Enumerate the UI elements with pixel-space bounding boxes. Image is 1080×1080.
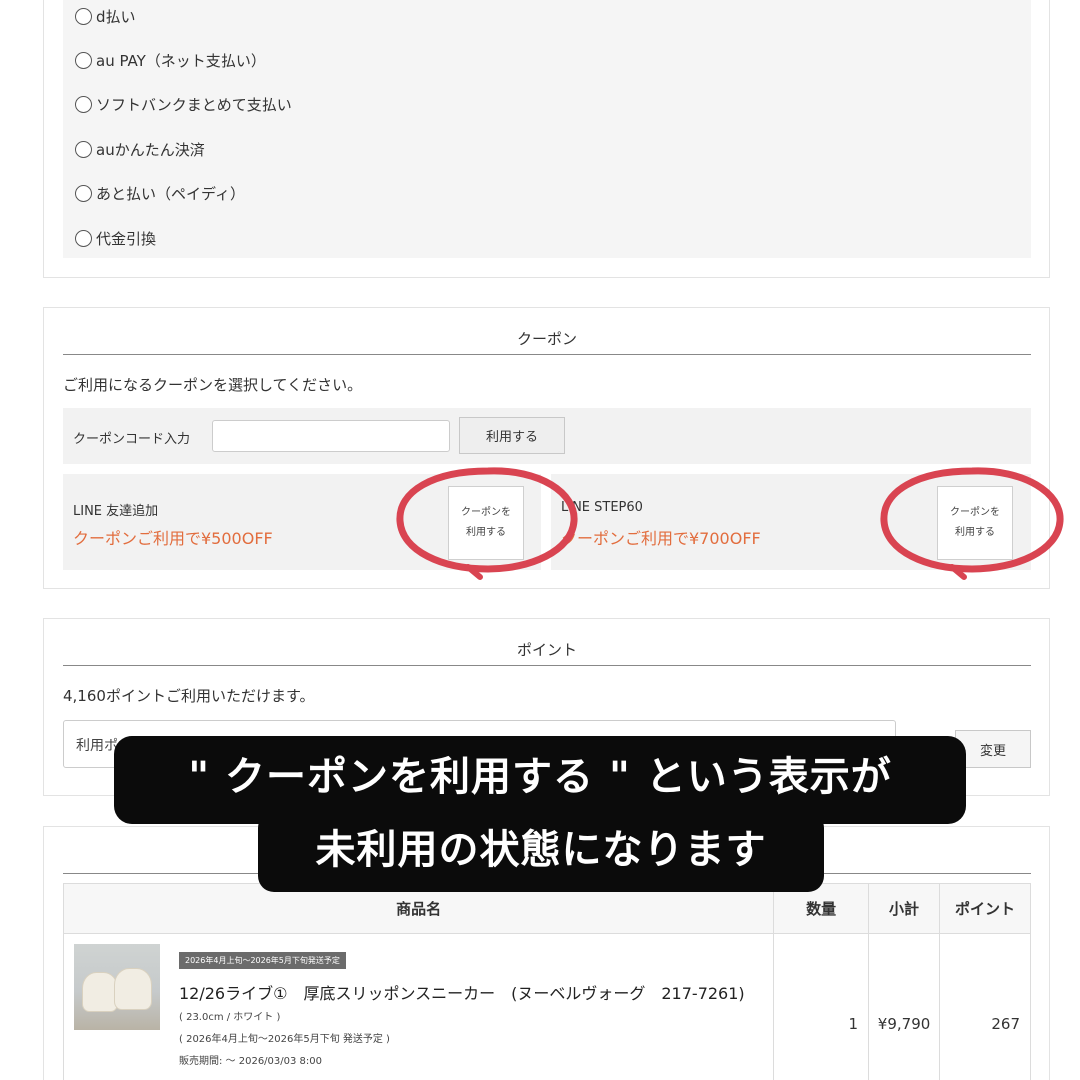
product-sale-period: 販売期間: 〜 2026/03/03 8:00 [179, 1056, 322, 1067]
use-coupon-button[interactable]: クーポンを 利用する [937, 486, 1013, 560]
use-coupon-button-label: クーポンを [461, 507, 511, 518]
product-quantity: 1 [773, 933, 870, 1080]
coupon-code-input[interactable] [212, 420, 450, 452]
product-variant: ( 23.0cm / ホワイト ) [179, 1012, 281, 1023]
coupon-line-friend: LINE 友達追加 クーポンご利用で¥500OFF クーポンを 利用する [63, 474, 541, 570]
coupon-card: クーポン ご利用になるクーポンを選択してください。 クーポンコード入力 利用する… [43, 307, 1050, 589]
product-subtotal: ¥9,790 [868, 933, 941, 1080]
payment-option-d-barai[interactable]: d払い [75, 6, 136, 27]
payment-option-au-pay[interactable]: au PAY（ネット支払い） [75, 50, 266, 71]
payment-option-label: auかんたん決済 [96, 141, 205, 159]
payment-option-au-kantan[interactable]: auかんたん決済 [75, 139, 205, 160]
points-available: 4,160ポイントご利用いただけます。 [63, 687, 315, 705]
radio-button[interactable] [75, 230, 92, 247]
divider [63, 354, 1031, 355]
header-points: ポイント [939, 883, 1031, 934]
radio-button[interactable] [75, 96, 92, 113]
change-points-button[interactable]: 変更 [955, 730, 1031, 768]
payment-option-label: d払い [96, 8, 136, 26]
coupon-line-step60: LINE STEP60 クーポンご利用で¥700OFF クーポンを 利用する [551, 474, 1031, 570]
radio-button[interactable] [75, 52, 92, 69]
divider [63, 665, 1031, 666]
point-section-title: ポイント [516, 641, 577, 659]
use-coupon-button[interactable]: クーポンを 利用する [448, 486, 524, 560]
coupon-code-label: クーポンコード入力 [73, 432, 191, 447]
payment-method-card: d払い au PAY（ネット支払い） ソフトバンクまとめて支払い auかんたん決… [43, 0, 1050, 278]
payment-option-label: ソフトバンクまとめて支払い [96, 96, 292, 114]
product-cell: 2026年4月上旬〜2026年5月下旬発送予定 12/26ライブ① 厚底スリッポ… [62, 933, 775, 1080]
payment-options-panel: d払い au PAY（ネット支払い） ソフトバンクまとめて支払い auかんたん決… [63, 0, 1031, 258]
header-subtotal: 小計 [868, 883, 941, 934]
payment-option-paidy[interactable]: あと払い（ペイディ） [75, 183, 245, 204]
coupon-section-title: クーポン [516, 330, 577, 348]
coupon-offer: クーポンご利用で¥700OFF [561, 529, 761, 548]
table-row: 2026年4月上旬〜2026年5月下旬発送予定 12/26ライブ① 厚底スリッポ… [62, 933, 1031, 1080]
product-points: 267 [939, 933, 1031, 1080]
product-shipping: ( 2026年4月上旬〜2026年5月下旬 発送予定 ) [179, 1034, 390, 1045]
coupon-code-bar: クーポンコード入力 利用する [63, 408, 1031, 464]
use-coupon-button-label: クーポンを [950, 507, 1000, 518]
radio-button[interactable] [75, 8, 92, 25]
coupon-instruction: ご利用になるクーポンを選択してください。 [63, 376, 363, 394]
payment-option-softbank[interactable]: ソフトバンクまとめて支払い [75, 94, 292, 115]
shoe-image [114, 968, 152, 1010]
caption-line-2: 未利用の状態になります [258, 812, 824, 892]
coupon-title: LINE STEP60 [561, 500, 643, 515]
radio-button[interactable] [75, 141, 92, 158]
use-coupon-button-label: 利用する [955, 527, 995, 538]
use-coupon-button-label: 利用する [466, 527, 506, 538]
shipping-badge: 2026年4月上旬〜2026年5月下旬発送予定 [179, 952, 346, 969]
radio-button[interactable] [75, 185, 92, 202]
product-name[interactable]: 12/26ライブ① 厚底スリッポンスニーカー (ヌーベルヴォーグ 217-726… [179, 980, 745, 1004]
caption-line-1: " クーポンを利用する " という表示が [114, 736, 966, 824]
points-input-label: 利用ポ [76, 738, 118, 754]
order-items-table: 商品名 数量 小計 ポイント 2026年4月上旬〜2026年5月下旬発送予定 1… [62, 883, 1031, 1080]
payment-option-label: 代金引換 [96, 230, 157, 248]
shoe-image [82, 972, 118, 1012]
apply-coupon-code-button[interactable]: 利用する [459, 417, 565, 454]
payment-option-label: あと払い（ペイディ） [96, 185, 245, 203]
product-thumbnail[interactable] [74, 944, 160, 1030]
payment-option-cod[interactable]: 代金引換 [75, 228, 156, 249]
payment-option-label: au PAY（ネット支払い） [96, 52, 266, 70]
coupon-offer: クーポンご利用で¥500OFF [73, 529, 273, 548]
coupon-title: LINE 友達追加 [73, 504, 159, 519]
